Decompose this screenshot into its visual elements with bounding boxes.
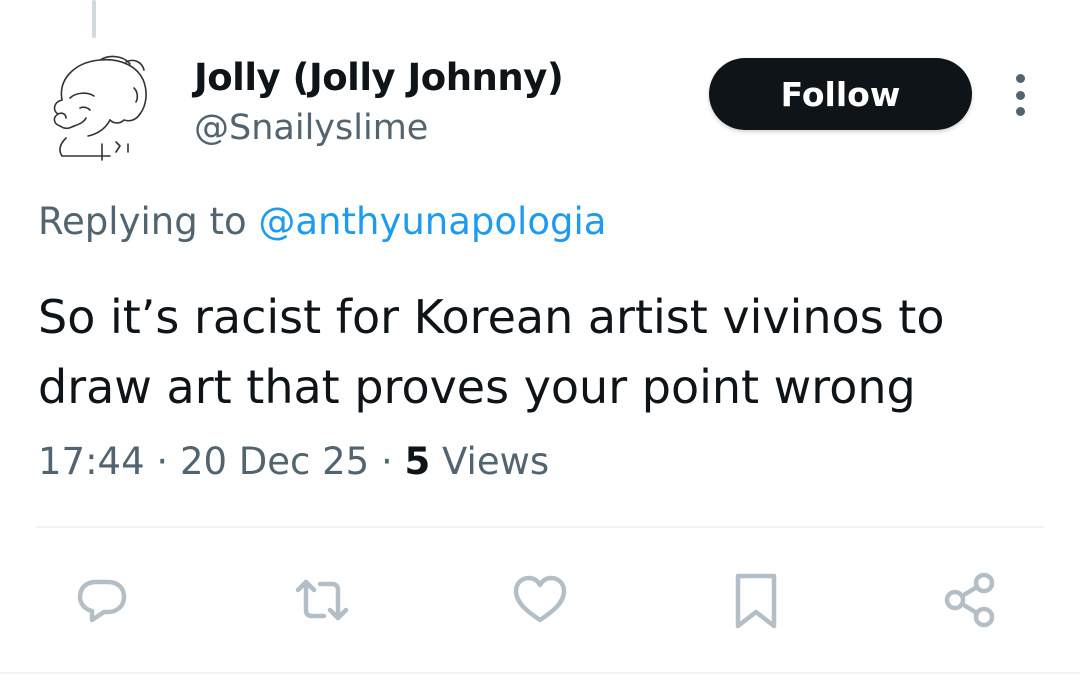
replying-to-handle[interactable]: @anthyunapologia (258, 200, 606, 243)
meta-separator: · (381, 440, 393, 483)
views-label[interactable]: Views (442, 440, 549, 483)
retweet-icon (295, 579, 349, 621)
tweet-date[interactable]: 20 Dec 25 (180, 440, 369, 483)
more-dot-icon (1015, 107, 1025, 116)
replying-to-prefix: Replying to (38, 200, 247, 243)
tweet-meta: 17:44 · 20 Dec 25 · 5 Views (38, 440, 549, 483)
author-name[interactable]: Jolly (Jolly Johnny) (194, 56, 564, 99)
meta-separator: · (156, 440, 169, 483)
more-dot-icon (1015, 90, 1025, 100)
tweet-text: So it’s racist for Korean artist vivinos… (38, 290, 945, 414)
share-icon (944, 572, 995, 628)
retweet-button[interactable] (292, 570, 352, 630)
reply-icon (77, 579, 127, 623)
more-dot-icon (1015, 74, 1025, 83)
bookmark-button[interactable] (726, 570, 786, 630)
reply-button[interactable] (72, 570, 132, 630)
author-handle[interactable]: @Snailyslime (194, 108, 428, 148)
views-count[interactable]: 5 (405, 440, 431, 483)
like-icon (513, 575, 567, 623)
tweet-time[interactable]: 17:44 (38, 440, 145, 483)
replying-to-line: Replying to @anthyunapologia (38, 200, 606, 243)
bottom-divider (0, 672, 1080, 674)
share-button[interactable] (940, 570, 1000, 630)
divider (36, 526, 1044, 528)
avatar[interactable] (40, 48, 170, 168)
like-button[interactable] (510, 570, 570, 630)
thread-connector-line (92, 0, 96, 38)
follow-button[interactable]: Follow (709, 58, 972, 130)
bookmark-icon (735, 573, 777, 629)
more-options-button[interactable] (1006, 74, 1034, 116)
